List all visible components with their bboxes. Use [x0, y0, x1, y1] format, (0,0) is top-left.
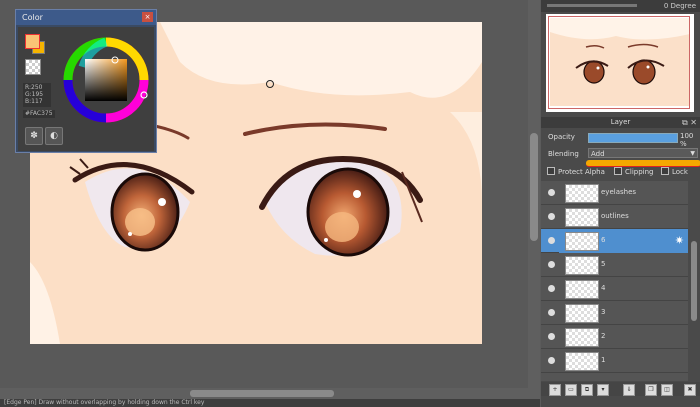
gear-icon[interactable]: ✷ [675, 234, 684, 247]
navigator-view-frame[interactable] [548, 16, 690, 109]
vertical-scroll-thumb[interactable] [530, 133, 538, 241]
layer-name: 6 [601, 236, 606, 244]
rgb-green: G:195 [25, 91, 44, 98]
blending-value: Add [591, 150, 605, 158]
hex-readout[interactable]: #FAC375 [23, 110, 55, 118]
clipping-checkbox[interactable]: Clipping [614, 167, 654, 176]
layer-list-scrollbar[interactable] [688, 181, 700, 381]
layer-row[interactable]: 5 [541, 253, 688, 277]
layer-menu-icon[interactable]: ▾ [597, 384, 609, 396]
layer-name: 2 [601, 332, 606, 340]
layer-thumbnail [565, 184, 599, 203]
layer-name: eyelashes [601, 188, 637, 196]
layer-thumbnail [565, 352, 599, 371]
lock-checkbox[interactable]: Lock [661, 167, 688, 176]
navigator-header: 0 Degree [541, 0, 700, 12]
layer-list[interactable]: eyelashes outlines 6 ✷ 5 4 3 2 1 [541, 181, 688, 381]
canvas-vertical-scrollbar[interactable] [528, 0, 540, 388]
protect-alpha-label: Protect Alpha [558, 168, 605, 176]
transparent-color-swatch[interactable] [25, 59, 41, 75]
copy-layer-icon[interactable]: ❐ [645, 384, 657, 396]
blending-select[interactable]: Add ▼ [588, 148, 698, 158]
visibility-eye-icon[interactable] [548, 213, 555, 220]
layer-panel-header: Layer ⧉ ✕ [541, 117, 700, 128]
layer-panel-title: Layer [610, 118, 631, 126]
layer-name: 1 [601, 356, 606, 364]
rotation-angle: 0 Degree [663, 2, 696, 10]
layer-row[interactable]: outlines [541, 205, 688, 229]
primary-color-swatch[interactable] [25, 34, 40, 49]
layer-thumbnail [565, 304, 599, 323]
navigator-preview[interactable] [546, 14, 694, 112]
status-bar: [Edge Pen] Draw without overlapping by h… [0, 399, 540, 407]
layer-thumbnail [565, 256, 599, 275]
clipping-label: Clipping [625, 168, 654, 176]
layer-thumbnail [565, 280, 599, 299]
highlight-annotation [586, 160, 700, 167]
layer-row-selected[interactable]: 6 ✷ [541, 229, 688, 253]
rotation-slider[interactable] [547, 4, 637, 7]
clear-layer-icon[interactable]: ◫ [661, 384, 673, 396]
rgb-readout: R:250 G:195 B:117 [23, 83, 51, 107]
close-button[interactable]: × [142, 12, 153, 22]
visibility-eye-icon[interactable] [548, 285, 555, 292]
layer-row[interactable]: 4 [541, 277, 688, 301]
layer-name: 5 [601, 260, 606, 268]
canvas-horizontal-scrollbar[interactable] [0, 388, 540, 399]
visibility-eye-icon[interactable] [548, 237, 555, 244]
opacity-value: 100 % [680, 132, 694, 148]
layer-scroll-thumb[interactable] [691, 241, 697, 321]
right-panel: 0 Degree Layer ⧉ ✕ Opacity 100 % Blendin… [541, 0, 700, 407]
layer-row[interactable]: eyelashes [541, 181, 688, 205]
color-picker-icon[interactable]: ◐ [45, 127, 63, 145]
color-window[interactable]: Color × R:250 G:195 B:117 #FAC375 ✽ ◐ [15, 9, 157, 153]
visibility-eye-icon[interactable] [548, 333, 555, 340]
color-window-body: R:250 G:195 B:117 #FAC375 ✽ ◐ [18, 27, 154, 151]
rgb-blue: B:117 [25, 98, 43, 105]
color-window-titlebar[interactable]: Color × [16, 10, 156, 25]
layer-row[interactable]: 3 [541, 301, 688, 325]
panel-pin-icon[interactable]: ⧉ ✕ [682, 117, 697, 128]
layer-name: 4 [601, 284, 606, 292]
layer-row[interactable]: 2 [541, 325, 688, 349]
layer-name: 3 [601, 308, 606, 316]
layer-thumbnail [565, 232, 599, 251]
rgb-red: R:250 [25, 84, 43, 91]
layer-thumbnail [565, 328, 599, 347]
opacity-label: Opacity [548, 133, 575, 141]
merge-down-icon[interactable]: ⇓ [623, 384, 635, 396]
brush-cursor [266, 80, 274, 88]
opacity-slider[interactable] [588, 133, 678, 143]
layer-row[interactable]: 1 [541, 349, 688, 373]
chevron-down-icon: ▼ [690, 150, 695, 157]
visibility-eye-icon[interactable] [548, 261, 555, 268]
layer-name: outlines [601, 212, 629, 220]
protect-alpha-checkbox[interactable]: Protect Alpha [547, 167, 605, 176]
palette-icon[interactable]: ✽ [25, 127, 43, 145]
blending-label: Blending [548, 150, 579, 158]
lock-label: Lock [672, 168, 688, 176]
new-layer-icon[interactable]: + [549, 384, 561, 396]
color-wheel[interactable] [63, 37, 149, 123]
visibility-eye-icon[interactable] [548, 357, 555, 364]
horizontal-scroll-thumb[interactable] [190, 390, 334, 397]
visibility-eye-icon[interactable] [548, 309, 555, 316]
visibility-eye-icon[interactable] [548, 189, 555, 196]
layer-toolbar: + ▭ ⧉ ▾ ⇓ ❐ ◫ ✖ [541, 382, 700, 396]
layer-options: Protect Alpha Clipping Lock [547, 167, 697, 177]
color-window-title: Color [22, 13, 43, 22]
duplicate-layer-icon[interactable]: ⧉ [581, 384, 593, 396]
new-folder-icon[interactable]: ▭ [565, 384, 577, 396]
layer-thumbnail [565, 208, 599, 227]
trash-icon[interactable]: ✖ [684, 384, 696, 396]
